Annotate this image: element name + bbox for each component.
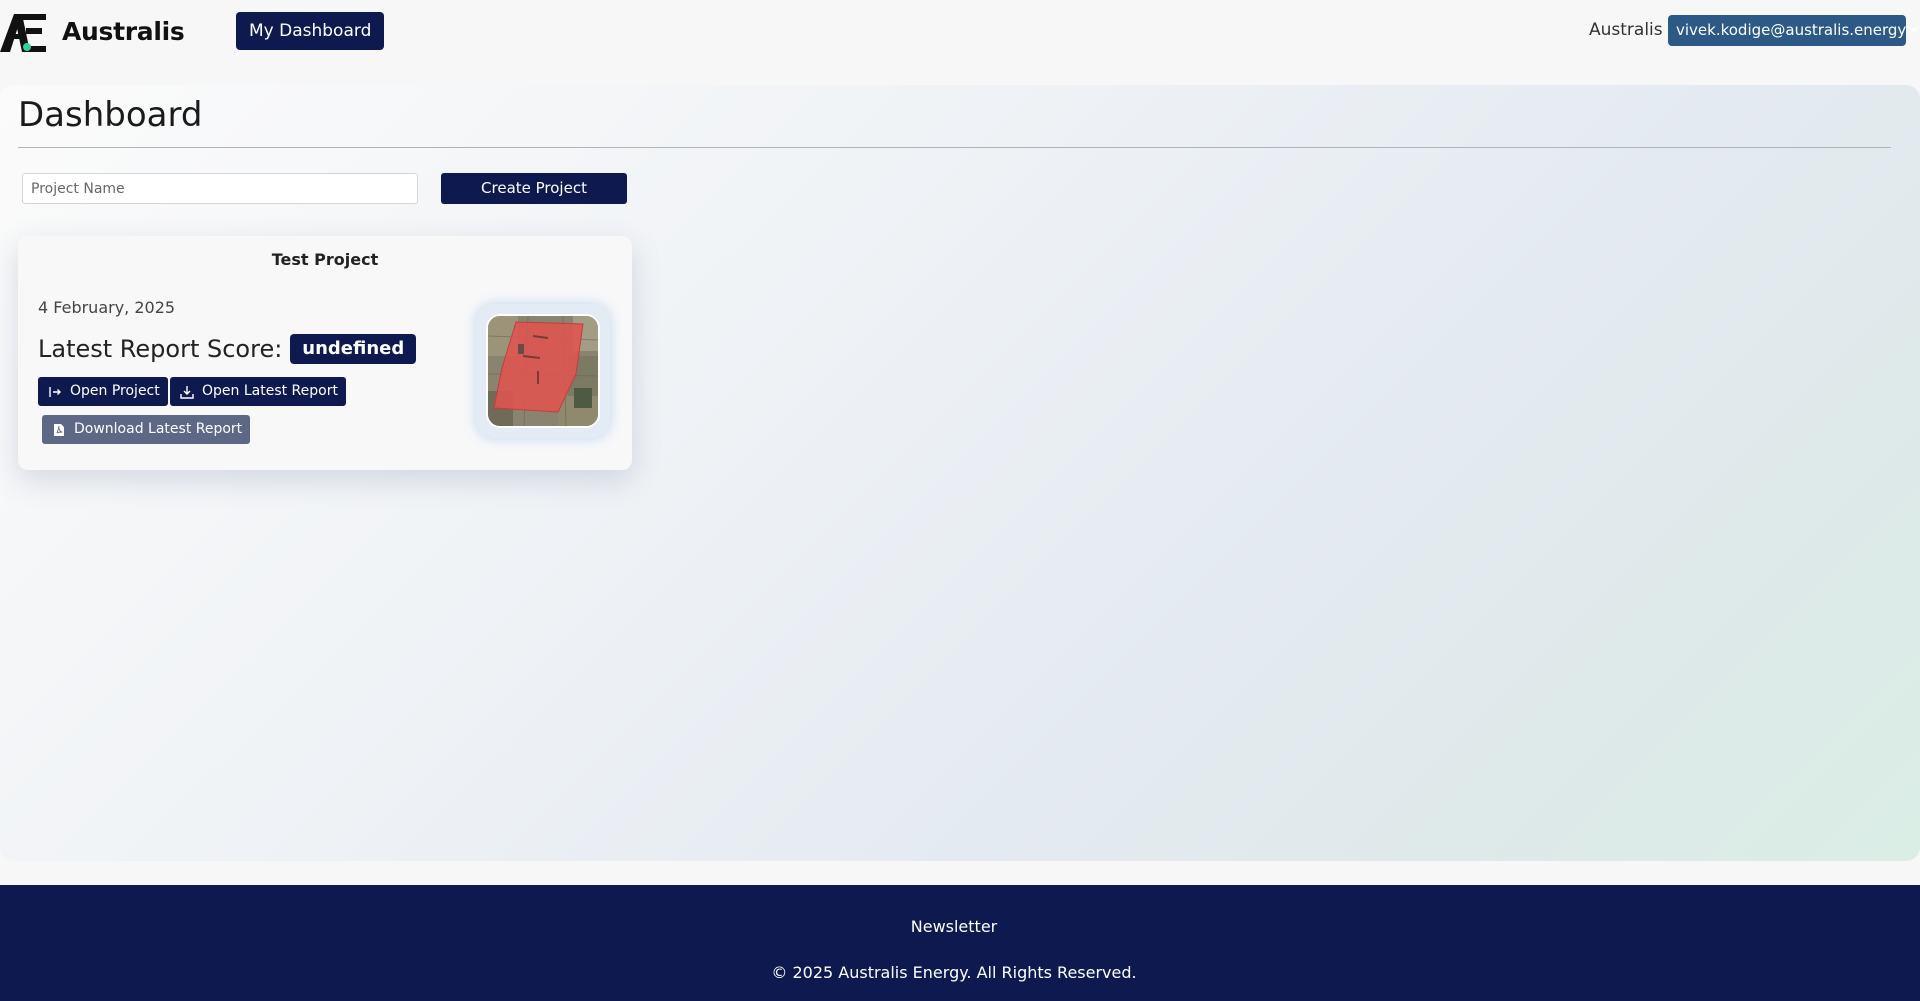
project-date: 4 February, 2025 <box>38 298 176 317</box>
user-menu-dropdown[interactable]: vivek.kodige@australis.energy <box>1668 15 1919 46</box>
download-icon <box>180 385 194 399</box>
page-title: Dashboard <box>18 95 203 135</box>
open-project-button[interactable]: Open Project <box>38 377 168 406</box>
create-project-button[interactable]: Create Project <box>441 173 627 204</box>
footer: Newsletter © 2025 Australis Energy. All … <box>0 885 1920 1001</box>
region-label[interactable]: Australis <box>1589 20 1663 40</box>
brand[interactable]: Australis <box>0 10 185 52</box>
download-latest-report-button[interactable]: Download Latest Report <box>42 415 251 444</box>
brand-name: Australis <box>62 16 185 46</box>
open-latest-report-button[interactable]: Open Latest Report <box>170 377 346 406</box>
score-label: Latest Report Score: <box>38 335 283 363</box>
satellite-map-image <box>486 314 600 428</box>
navbar: Australis My Dashboard Australis vivek.k… <box>0 0 1920 62</box>
score-row: Latest Report Score: undefined <box>38 334 417 364</box>
main-panel: Dashboard Create Project Test Project 4 … <box>0 85 1920 861</box>
download-latest-report-label: Download Latest Report <box>74 421 243 437</box>
newsletter-link[interactable]: Newsletter <box>0 917 1908 936</box>
title-divider <box>18 147 1891 148</box>
australis-logo-icon <box>0 10 48 52</box>
enter-icon <box>48 385 62 399</box>
project-map-thumbnail[interactable] <box>476 304 610 438</box>
project-title: Test Project <box>271 250 379 269</box>
footer-copyright: © 2025 Australis Energy. All Rights Rese… <box>771 963 1137 982</box>
project-card: Test Project 4 February, 2025 Latest Rep… <box>18 236 632 470</box>
pdf-file-icon <box>52 423 66 437</box>
score-badge: undefined <box>290 334 417 364</box>
caret-down-icon <box>1910 28 1919 33</box>
my-dashboard-button[interactable]: My Dashboard <box>236 12 385 50</box>
user-email: vivek.kodige@australis.energy <box>1676 21 1907 39</box>
project-name-input[interactable] <box>22 173 418 204</box>
open-latest-report-label: Open Latest Report <box>202 383 338 399</box>
open-project-label: Open Project <box>70 383 160 399</box>
